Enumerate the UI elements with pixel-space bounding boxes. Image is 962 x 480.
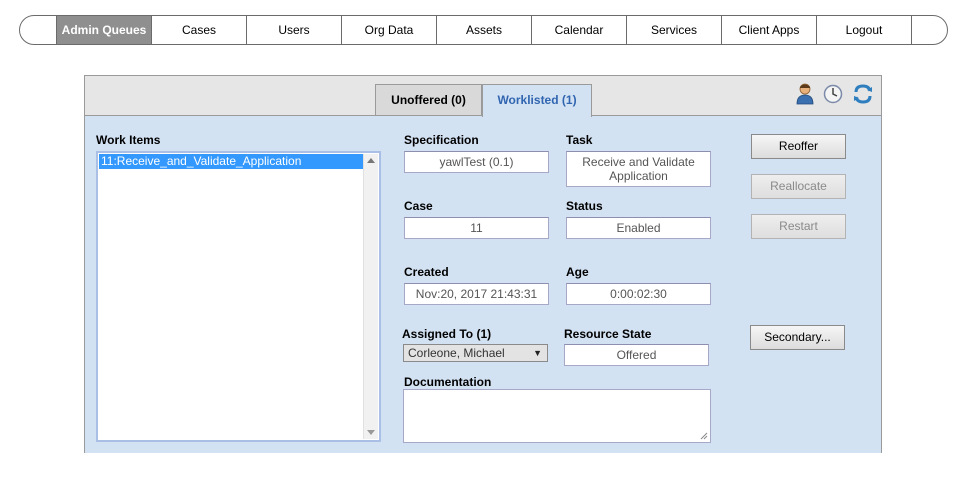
status-label: Status bbox=[566, 199, 603, 213]
documentation-textarea[interactable] bbox=[403, 389, 711, 443]
resize-handle-icon[interactable] bbox=[700, 432, 708, 440]
restart-button[interactable]: Restart bbox=[751, 214, 846, 239]
created-label: Created bbox=[404, 265, 449, 279]
nav-calendar[interactable]: Calendar bbox=[532, 16, 627, 44]
resource-state-label: Resource State bbox=[564, 327, 652, 341]
assigned-to-value: Corleone, Michael bbox=[408, 346, 505, 360]
tab-unoffered[interactable]: Unoffered (0) bbox=[375, 84, 482, 116]
created-field: Nov:20, 2017 21:43:31 bbox=[404, 283, 549, 305]
work-items-list[interactable]: 11:Receive_and_Validate_Application bbox=[96, 151, 381, 442]
nav-client-apps[interactable]: Client Apps bbox=[722, 16, 817, 44]
scrollbar[interactable] bbox=[363, 154, 378, 439]
work-items-label: Work Items bbox=[96, 133, 161, 147]
nav-admin-queues[interactable]: Admin Queues bbox=[56, 16, 152, 44]
tab-worklisted[interactable]: Worklisted (1) bbox=[482, 84, 592, 117]
refresh-icon[interactable] bbox=[852, 83, 874, 105]
nav-cases[interactable]: Cases bbox=[152, 16, 247, 44]
nav-services[interactable]: Services bbox=[627, 16, 722, 44]
reallocate-button[interactable]: Reallocate bbox=[751, 174, 846, 199]
nav-logout[interactable]: Logout bbox=[817, 16, 912, 44]
case-field: 11 bbox=[404, 217, 549, 239]
assigned-to-select[interactable]: Corleone, Michael ▼ bbox=[403, 344, 548, 362]
assigned-to-label: Assigned To (1) bbox=[402, 327, 492, 341]
age-label: Age bbox=[566, 265, 589, 279]
scroll-up-icon[interactable] bbox=[367, 158, 375, 163]
status-field: Enabled bbox=[566, 217, 711, 239]
panel-header: Unoffered (0) Worklisted (1) bbox=[85, 76, 881, 117]
specification-field: yawlTest (0.1) bbox=[404, 151, 549, 173]
work-queue-panel: Unoffered (0) Worklisted (1) Work Items … bbox=[84, 75, 882, 453]
clock-icon[interactable] bbox=[823, 84, 843, 104]
resource-state-field: Offered bbox=[564, 344, 709, 366]
user-icon[interactable] bbox=[795, 83, 815, 105]
specification-label: Specification bbox=[404, 133, 479, 147]
list-item[interactable]: 11:Receive_and_Validate_Application bbox=[99, 154, 364, 169]
age-field: 0:00:02:30 bbox=[566, 283, 711, 305]
task-field: Receive and Validate Application bbox=[566, 151, 711, 187]
case-label: Case bbox=[404, 199, 433, 213]
nav-org-data[interactable]: Org Data bbox=[342, 16, 437, 44]
documentation-label: Documentation bbox=[404, 375, 492, 389]
reoffer-button[interactable]: Reoffer bbox=[751, 134, 846, 159]
nav-users[interactable]: Users bbox=[247, 16, 342, 44]
top-nav-bar: Admin Queues Cases Users Org Data Assets… bbox=[19, 15, 948, 45]
secondary-button[interactable]: Secondary... bbox=[750, 325, 845, 350]
chevron-down-icon: ▼ bbox=[533, 348, 542, 358]
task-label: Task bbox=[566, 133, 593, 147]
nav-assets[interactable]: Assets bbox=[437, 16, 532, 44]
scroll-down-icon[interactable] bbox=[367, 430, 375, 435]
